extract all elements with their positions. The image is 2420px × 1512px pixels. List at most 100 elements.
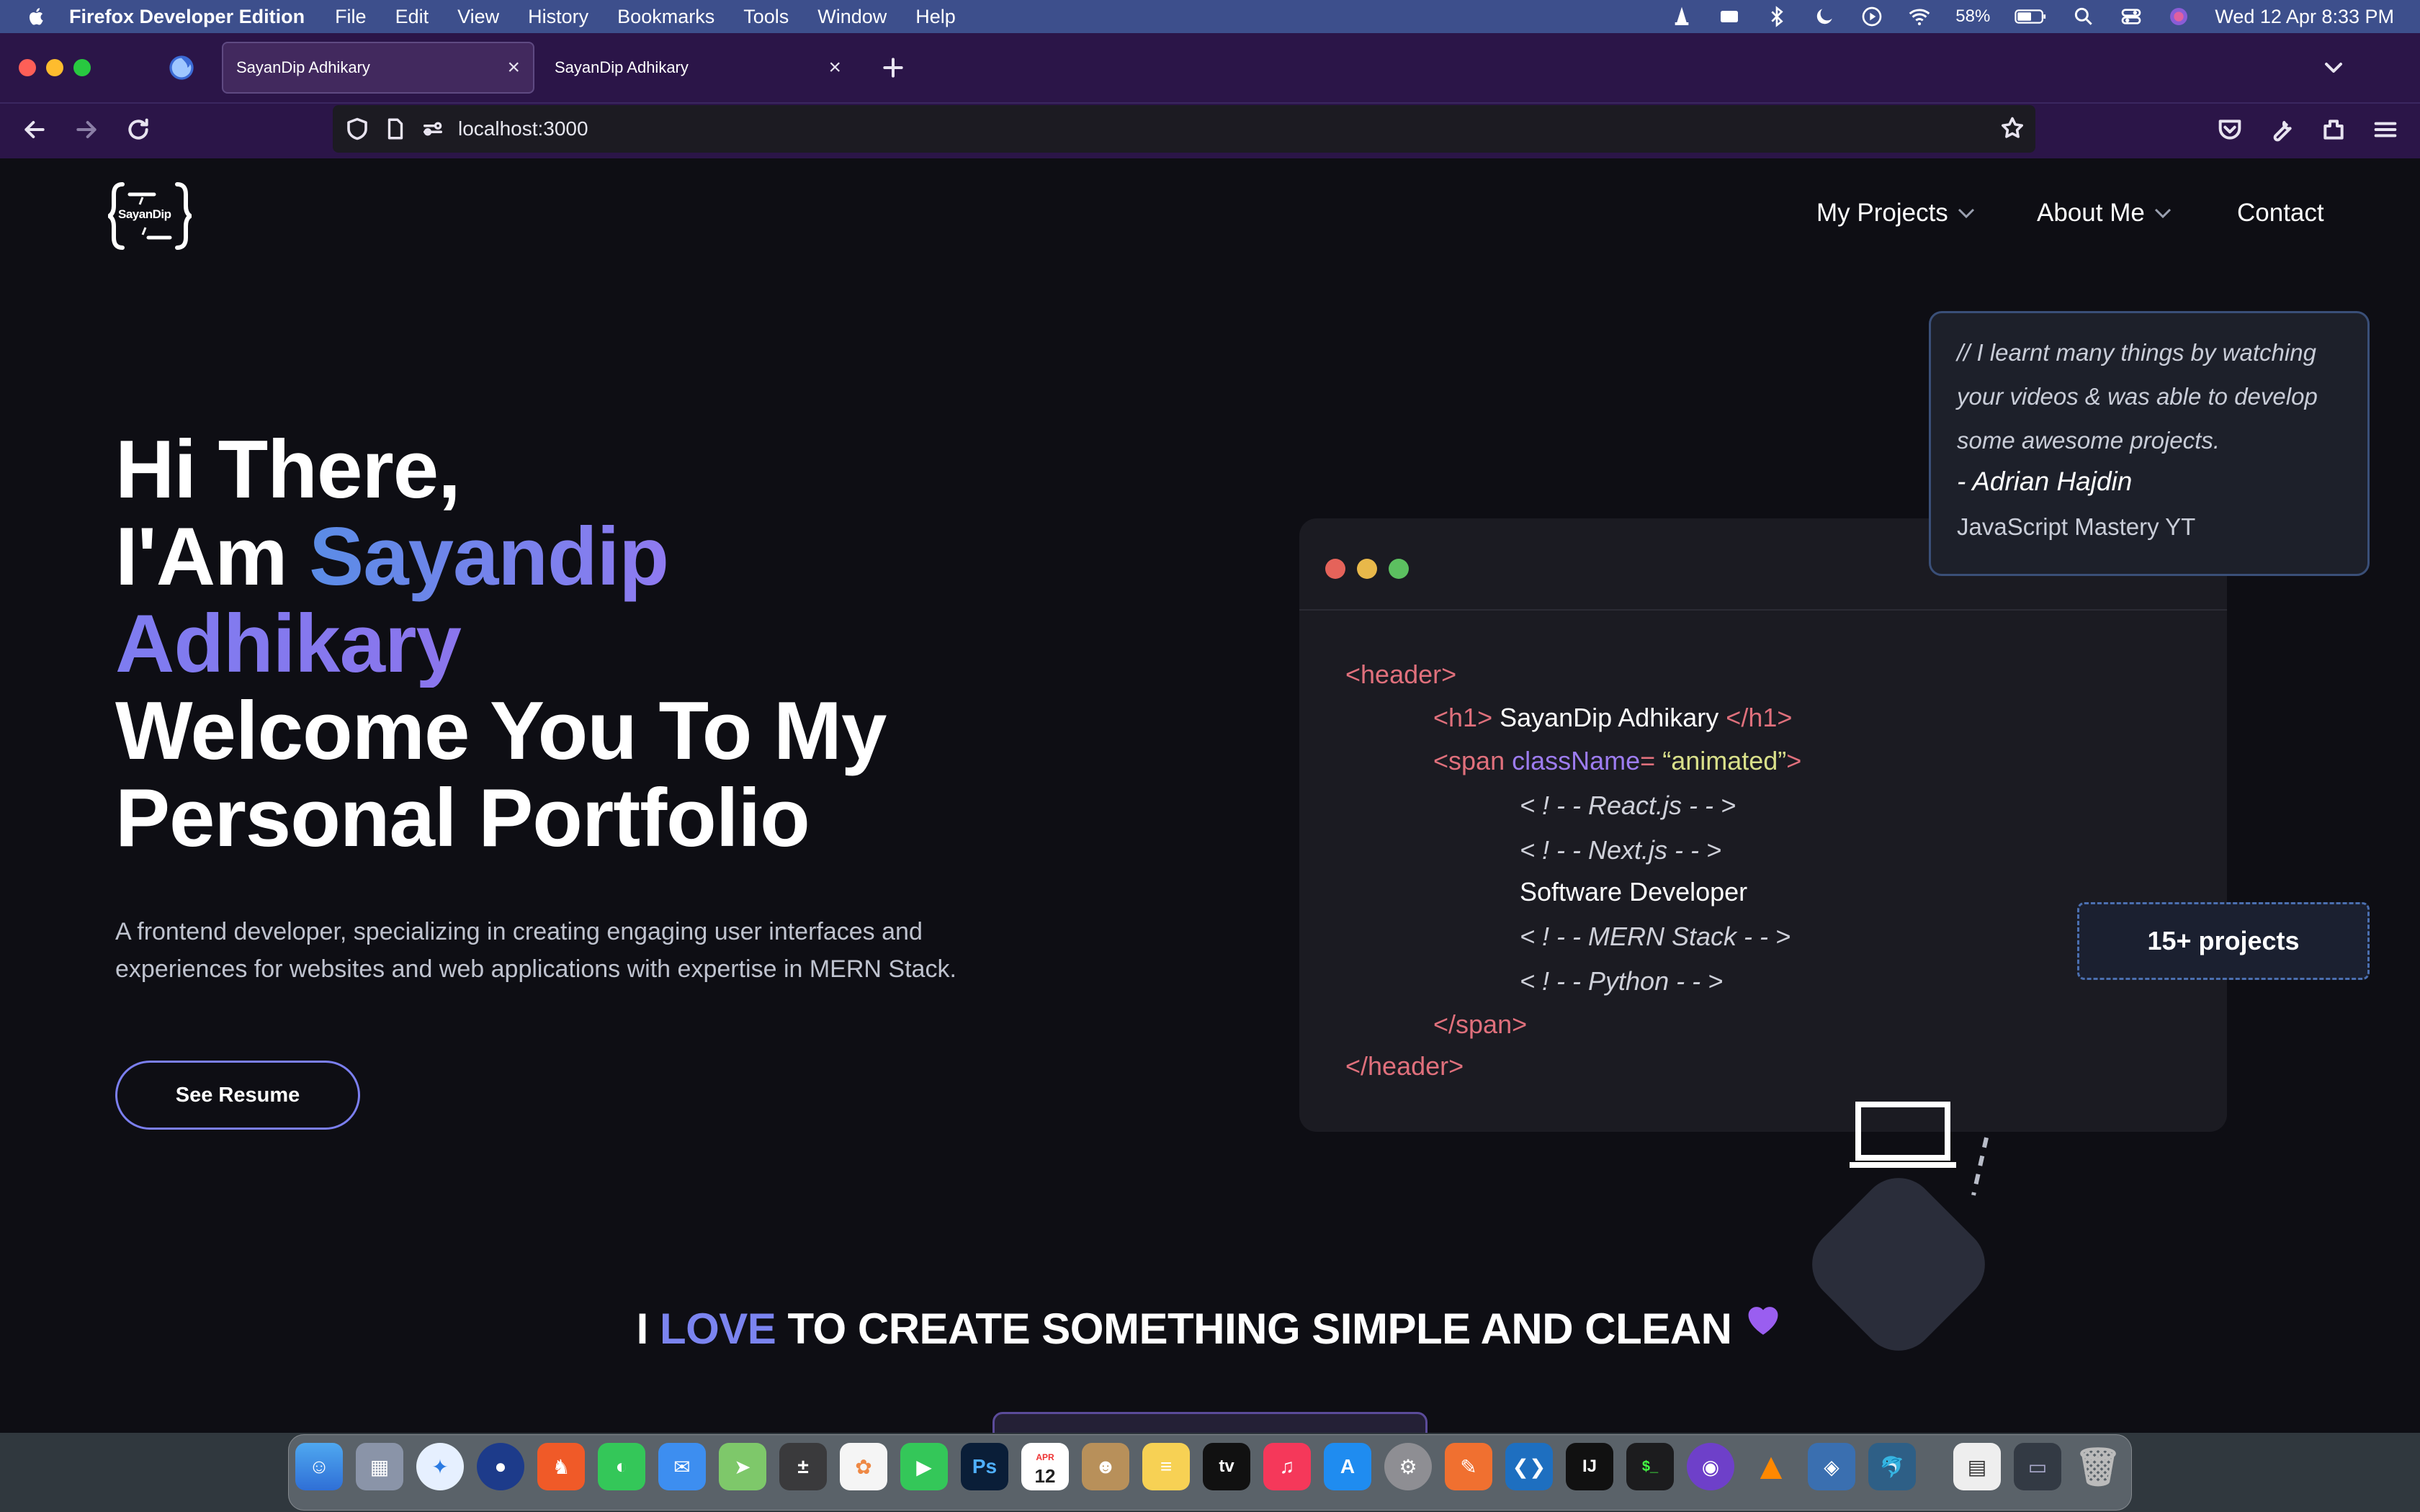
menu-history[interactable]: History [528,6,588,28]
vlc-status-icon[interactable] [1670,5,1693,28]
heart-icon [1748,1307,1778,1335]
menu-edit[interactable]: Edit [395,6,429,28]
code-line-span-open: <span className= “animated”> [1433,746,1802,775]
window-close-button[interactable] [19,59,36,76]
site-logo[interactable]: SayanDip [105,180,194,252]
love-tagline-rest: TO CREATE SOMETHING SIMPLE AND CLEAN [787,1305,1732,1353]
calendar-day: 12 [1034,1465,1056,1487]
vlc-icon[interactable]: ▲ [1747,1443,1795,1490]
appletv-icon[interactable]: tv [1203,1443,1250,1490]
maps-icon[interactable]: ➤ [719,1443,766,1490]
firefox-icon[interactable]: ● [477,1443,524,1490]
calendar-month: APR [1036,1452,1054,1462]
hero-description: A frontend developer, specializing in cr… [115,918,956,983]
new-tab-icon[interactable] [879,53,908,82]
facetime-icon[interactable]: ▶ [900,1443,948,1490]
calendar-icon[interactable]: APR 12 [1021,1443,1069,1490]
nav-about-me[interactable]: About Me [2037,199,2172,228]
media-play-icon[interactable] [1860,5,1883,28]
nav-my-projects-label: My Projects [1816,199,1948,227]
window-zoom-button[interactable] [73,59,91,76]
page-info-icon[interactable] [383,117,408,141]
pen-tool-icon[interactable]: ✎ [1445,1443,1492,1490]
reload-icon[interactable] [124,115,153,144]
hero-iam: I'Am [115,511,287,603]
page-viewport: SayanDip My Projects About Me Contact Hi… [0,158,2420,1433]
url-text[interactable]: localhost:3000 [458,117,588,140]
window-minimize-button[interactable] [46,59,63,76]
menu-window[interactable]: Window [817,6,887,28]
apple-icon[interactable] [26,6,48,27]
pocket-icon[interactable] [2215,115,2244,144]
menubar-datetime[interactable]: Wed 12 Apr 8:33 PM [2215,6,2394,28]
firefox-dev-icon[interactable] [167,53,196,82]
menu-view[interactable]: View [457,6,499,28]
wifi-icon[interactable] [1908,5,1931,28]
notes-icon[interactable]: ≡ [1142,1443,1190,1490]
finder-icon[interactable]: ☺ [295,1443,343,1490]
launchpad-icon[interactable]: ▦ [356,1443,403,1490]
code-comment-react: < ! - - React.js - - > [1520,791,1736,820]
tab-portfolio-active[interactable]: SayanDip Adhikary × [222,42,534,94]
url-bar[interactable]: localhost:3000 [333,105,2035,153]
spotlight-search-icon[interactable] [2072,5,2095,28]
see-resume-button[interactable]: See Resume [115,1061,360,1130]
tab-title: SayanDip Adhikary [236,58,370,76]
calculator-icon[interactable]: ± [779,1443,827,1490]
battery-percent: 58% [1955,6,1991,26]
siri-icon[interactable] [2167,5,2190,28]
menubar-app-name[interactable]: Firefox Developer Edition [69,6,305,28]
list-all-tabs-icon[interactable] [2319,53,2348,82]
menu-help[interactable]: Help [915,6,956,28]
love-tagline-prefix: I [636,1305,649,1353]
system-settings-icon[interactable]: ⚙ [1384,1443,1432,1490]
document-icon[interactable]: ▤ [1953,1443,2001,1490]
menu-tools[interactable]: Tools [743,6,789,28]
vscode-icon[interactable]: ❮❯ [1505,1443,1553,1490]
intellij-icon[interactable]: IJ [1566,1443,1613,1490]
photoshop-icon[interactable]: Ps [961,1443,1008,1490]
chevron-down-icon [2154,208,2171,219]
code-window-card: <header> <h1> SayanDip Adhikary </h1> <s… [1299,518,2227,1132]
forward-icon[interactable] [72,115,101,144]
permissions-icon[interactable] [421,117,445,141]
menu-bookmarks[interactable]: Bookmarks [617,6,714,28]
battery-icon[interactable] [2015,5,2048,28]
virtualbox-icon[interactable]: ◈ [1808,1443,1855,1490]
focus-moon-icon[interactable] [1813,5,1836,28]
tab-close-icon[interactable]: × [828,55,841,80]
display-status-icon[interactable] [1718,5,1741,28]
trash-icon[interactable]: 🗑 [2074,1443,2122,1490]
laptop-icon [1850,1102,1956,1168]
contacts-icon[interactable]: ☻ [1082,1443,1129,1490]
nav-my-projects[interactable]: My Projects [1816,199,1976,228]
brave-icon[interactable]: ♞ [537,1443,585,1490]
tab-portfolio[interactable]: SayanDip Adhikary × [542,42,854,94]
safari-icon[interactable]: ✦ [416,1443,464,1490]
love-tagline-highlight: LOVE [659,1305,776,1353]
menu-file[interactable]: File [335,6,367,28]
tab-close-icon[interactable]: × [507,55,520,80]
terminal-icon[interactable]: $_ [1626,1443,1674,1490]
extensions-icon[interactable] [2319,115,2348,144]
screenshot-icon[interactable]: ▭ [2014,1443,2061,1490]
bookmark-star-icon[interactable] [1999,115,2025,141]
mysql-workbench-icon[interactable]: 🐬 [1868,1443,1916,1490]
code-line-header-open: <header> [1345,660,1457,689]
back-icon[interactable] [20,115,49,144]
photos-icon[interactable]: ✿ [840,1443,887,1490]
github-desktop-icon[interactable]: ◉ [1687,1443,1734,1490]
music-icon[interactable]: ♫ [1263,1443,1311,1490]
appstore-icon[interactable]: A [1324,1443,1371,1490]
mail-icon[interactable]: ✉ [658,1443,706,1490]
devtools-wrench-icon[interactable] [2267,115,2296,144]
testimonial-text: // I learnt many things by watching your… [1957,339,2318,454]
code-window-red-dot [1325,559,1345,579]
control-center-icon[interactable] [2120,5,2143,28]
bluetooth-icon[interactable] [1765,5,1788,28]
code-comment-next: < ! - - Next.js - - > [1520,835,1722,865]
tracking-shield-icon[interactable] [344,116,370,142]
hamburger-menu-icon[interactable] [2371,115,2400,144]
messages-icon[interactable]: ◐ [598,1443,645,1490]
nav-contact[interactable]: Contact [2237,199,2324,228]
